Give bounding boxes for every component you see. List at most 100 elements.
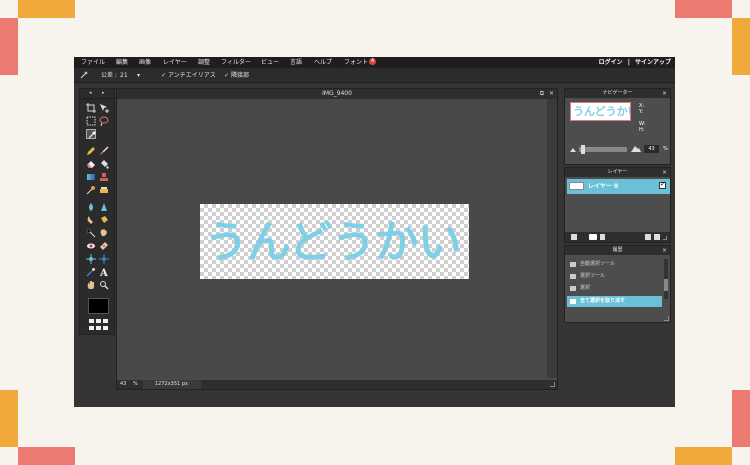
trash-icon[interactable] xyxy=(654,234,660,240)
layer-style-icon[interactable] xyxy=(600,234,605,240)
font-badge: 4 xyxy=(369,58,377,65)
close-icon[interactable]: ✕ xyxy=(549,90,554,98)
move-icon[interactable] xyxy=(99,103,109,113)
pinch-icon[interactable] xyxy=(99,254,109,264)
color-replace-icon[interactable] xyxy=(86,185,96,195)
crop-icon[interactable] xyxy=(86,103,96,113)
layer-name: レイヤー 0 xyxy=(588,183,619,190)
svg-text:A: A xyxy=(99,268,108,277)
brush-icon[interactable] xyxy=(99,146,109,156)
navigator-thumbnail[interactable]: うんどうかい xyxy=(570,102,631,121)
layer-row[interactable]: レイヤー 0 ✓ xyxy=(567,179,670,194)
navigator-zoom-slider-thumb[interactable] xyxy=(581,145,585,154)
layer-settings-icon[interactable] xyxy=(571,234,577,240)
magic-wand-icon xyxy=(80,71,88,79)
zoom-icon[interactable] xyxy=(99,280,109,290)
history-item[interactable]: 選択ツール xyxy=(567,271,662,282)
history-item[interactable]: 自動選択ツール xyxy=(567,259,662,270)
bloat-icon[interactable] xyxy=(86,254,96,264)
sponge-icon[interactable] xyxy=(99,215,109,225)
chevron-down-icon[interactable]: ▾ xyxy=(137,71,140,80)
color-picker-icon[interactable] xyxy=(86,267,96,277)
canvas-area[interactable]: うんどうかい xyxy=(117,99,547,378)
history-item-active[interactable]: 全て選択を取り消す xyxy=(567,296,662,307)
antialias-checkbox[interactable]: ✓ xyxy=(161,71,166,80)
corner-deco-tl-red xyxy=(0,18,18,75)
hand-icon[interactable] xyxy=(86,280,96,290)
zoom-input[interactable]: 43 xyxy=(120,380,130,389)
layers-resize-handle[interactable] xyxy=(663,236,667,240)
new-layer-icon[interactable] xyxy=(645,234,651,240)
corner-deco-tl-orange xyxy=(18,0,75,18)
drawing-icon[interactable] xyxy=(99,185,109,195)
menu-font[interactable]: フォント 4 xyxy=(344,58,377,67)
login-link[interactable]: ログイン xyxy=(599,59,623,66)
gradient-icon[interactable] xyxy=(86,172,96,182)
history-resize-handle[interactable] xyxy=(664,316,669,321)
marquee-icon[interactable] xyxy=(86,116,96,126)
resize-handle[interactable] xyxy=(550,382,555,387)
menu-edit[interactable]: 編集 xyxy=(116,58,128,67)
tolerance-value[interactable]: 21 xyxy=(120,71,128,80)
layer-visibility-checkbox[interactable]: ✓ xyxy=(659,180,666,189)
foreground-color-swatch[interactable] xyxy=(88,298,109,314)
smudge-icon[interactable] xyxy=(86,215,96,225)
zoom-in-mountain-icon[interactable] xyxy=(631,145,641,152)
document-titlebar: IMG_9400 ⧉ ✕ xyxy=(117,89,557,99)
navigator-y-label: Y: xyxy=(639,109,644,115)
menu-file[interactable]: ファイル xyxy=(81,58,105,67)
corner-deco-tr-red xyxy=(675,0,732,18)
arrow-right-icon[interactable]: ▸ xyxy=(102,90,105,96)
history-close-icon[interactable]: × xyxy=(662,246,667,255)
image-dimensions: 1272x351 px xyxy=(143,380,201,389)
contiguous-label: 隣接部 xyxy=(231,72,250,79)
lasso-icon[interactable] xyxy=(99,116,109,126)
zoom-unit: % xyxy=(133,381,138,387)
sharpen-icon[interactable] xyxy=(99,202,109,212)
history-scrollbar[interactable] xyxy=(664,259,668,299)
menu-adjust[interactable]: 調整 xyxy=(198,58,210,67)
history-item-label: 自動選択ツール xyxy=(580,261,616,267)
layer-mask-icon[interactable] xyxy=(589,234,597,240)
navigator-close-icon[interactable]: × xyxy=(662,89,667,98)
history-item-label: 全て選択を取り消す xyxy=(580,298,626,304)
vertical-scrollbar[interactable] xyxy=(547,99,557,378)
signup-link[interactable]: サインアップ xyxy=(635,59,671,66)
toolbox: ◂ ▸ A xyxy=(79,88,115,335)
blur-icon[interactable] xyxy=(86,202,96,212)
red-eye-icon[interactable] xyxy=(86,241,96,251)
paint-bucket-icon[interactable] xyxy=(99,159,109,169)
magic-wand-tool-icon[interactable] xyxy=(86,129,96,139)
contiguous-checkbox[interactable]: ✓ xyxy=(224,71,229,80)
dodge-icon[interactable] xyxy=(86,228,96,238)
document-window: IMG_9400 ⧉ ✕ うんどうかい 43 % 1272x351 px xyxy=(116,88,558,390)
eraser-icon[interactable] xyxy=(86,159,96,169)
history-item[interactable]: 選択 xyxy=(567,283,662,294)
navigator-header: ナビゲーター × xyxy=(565,89,670,98)
menu-layer[interactable]: レイヤー xyxy=(163,58,187,67)
layers-close-icon[interactable]: × xyxy=(662,168,667,177)
pencil-icon[interactable] xyxy=(86,146,96,156)
layer-visibility-check: ✓ xyxy=(660,180,666,188)
image-canvas[interactable]: うんどうかい xyxy=(200,204,469,279)
grid-view-icon[interactable] xyxy=(89,319,109,331)
history-item-label: 選択 xyxy=(580,285,591,291)
restore-icon[interactable]: ⧉ xyxy=(540,90,544,98)
menu-image[interactable]: 画像 xyxy=(139,58,151,67)
burn-icon[interactable] xyxy=(99,228,109,238)
menu-help[interactable]: ヘルプ xyxy=(314,58,332,67)
type-icon[interactable]: A xyxy=(99,267,109,277)
menu-filter[interactable]: フィルター xyxy=(221,58,251,67)
spot-heal-icon[interactable] xyxy=(99,241,109,251)
menu-language[interactable]: 言語 xyxy=(290,58,302,67)
layer-thumbnail xyxy=(569,182,584,190)
menu-view[interactable]: ビュー xyxy=(261,58,279,67)
stamp-icon[interactable] xyxy=(99,172,109,182)
menu-bar: ファイル 編集 画像 レイヤー 調整 フィルター ビュー 言語 ヘルプ フォント… xyxy=(74,57,675,68)
zoom-out-mountain-icon[interactable] xyxy=(570,147,576,152)
navigator-zoom-input[interactable]: 43 xyxy=(644,145,659,153)
navigator-h-label: H: xyxy=(639,127,645,133)
history-scrollbar-thumb[interactable] xyxy=(664,279,668,291)
navigator-zoom-slider[interactable] xyxy=(579,147,627,152)
arrow-left-icon[interactable]: ◂ xyxy=(89,90,92,96)
